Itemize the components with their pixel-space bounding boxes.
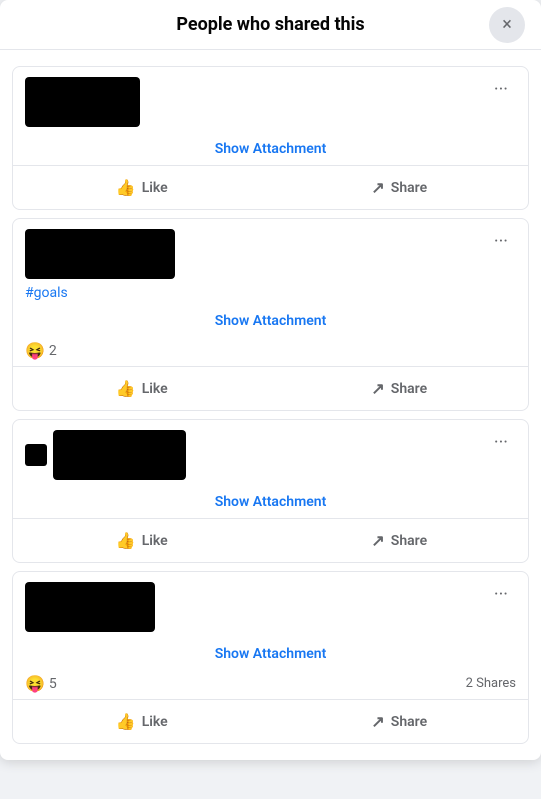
like-label-3: Like bbox=[142, 533, 168, 549]
reactions-row-2: 😝 2 bbox=[13, 337, 528, 366]
share-icon-1: ↗ bbox=[371, 178, 384, 197]
post-header-2: ··· bbox=[13, 219, 528, 285]
share-icon-4: ↗ bbox=[371, 712, 384, 731]
post-user-info-2 bbox=[25, 229, 175, 279]
like-button-2[interactable]: 👍 Like bbox=[17, 371, 267, 406]
post-user-info-4 bbox=[25, 582, 155, 632]
posts-container: ··· Show Attachment 👍 Like ↗ Share · bbox=[0, 50, 541, 760]
like-icon-2: 👍 bbox=[116, 379, 136, 398]
post-actions-3: 👍 Like ↗ Share bbox=[13, 518, 528, 562]
modal-title: People who shared this bbox=[176, 14, 364, 35]
share-button-4[interactable]: ↗ Share bbox=[275, 704, 525, 739]
like-icon-1: 👍 bbox=[116, 178, 136, 197]
avatar-3 bbox=[53, 430, 186, 480]
shares-count-4: 2 Shares bbox=[466, 676, 516, 691]
share-icon-3: ↗ bbox=[371, 531, 384, 550]
post-card-3: ··· Show Attachment 👍 Like ↗ Share bbox=[12, 419, 529, 563]
like-label-2: Like bbox=[142, 381, 168, 397]
post-header-4: ··· bbox=[13, 572, 528, 638]
close-button[interactable]: × bbox=[489, 7, 525, 43]
more-options-button-2[interactable]: ··· bbox=[486, 229, 516, 255]
share-button-2[interactable]: ↗ Share bbox=[275, 371, 525, 406]
like-button-1[interactable]: 👍 Like bbox=[17, 170, 267, 205]
like-button-3[interactable]: 👍 Like bbox=[17, 523, 267, 558]
like-label-1: Like bbox=[142, 180, 168, 196]
reaction-emoji-2: 😝 bbox=[25, 341, 45, 360]
share-button-3[interactable]: ↗ Share bbox=[275, 523, 525, 558]
post-actions-2: 👍 Like ↗ Share bbox=[13, 366, 528, 410]
reactions-left-4: 😝 5 bbox=[25, 674, 57, 693]
post-header-3: ··· bbox=[13, 420, 528, 486]
post-user-info-1 bbox=[25, 77, 140, 127]
avatar-2 bbox=[25, 229, 175, 279]
share-button-1[interactable]: ↗ Share bbox=[275, 170, 525, 205]
more-options-button-1[interactable]: ··· bbox=[486, 77, 516, 103]
post-card-4: ··· Show Attachment 😝 5 2 Shares 👍 Like … bbox=[12, 571, 529, 744]
reaction-count-2: 2 bbox=[49, 343, 57, 359]
like-label-4: Like bbox=[142, 714, 168, 730]
share-label-1: Share bbox=[391, 180, 427, 196]
avatar-1 bbox=[25, 77, 140, 127]
show-attachment-1[interactable]: Show Attachment bbox=[13, 133, 528, 165]
like-button-4[interactable]: 👍 Like bbox=[17, 704, 267, 739]
post-header-1: ··· bbox=[13, 67, 528, 133]
modal: People who shared this × ··· Show Attach… bbox=[0, 0, 541, 760]
post-actions-4: 👍 Like ↗ Share bbox=[13, 699, 528, 743]
like-icon-3: 👍 bbox=[116, 531, 136, 550]
like-icon-4: 👍 bbox=[116, 712, 136, 731]
post-actions-1: 👍 Like ↗ Share bbox=[13, 165, 528, 209]
share-label-3: Share bbox=[391, 533, 427, 549]
show-attachment-2[interactable]: Show Attachment bbox=[13, 305, 528, 337]
reaction-count-4: 5 bbox=[49, 676, 57, 692]
reaction-emoji-4: 😝 bbox=[25, 674, 45, 693]
more-options-button-3[interactable]: ··· bbox=[486, 430, 516, 456]
modal-header: People who shared this × bbox=[0, 0, 541, 50]
post-card-2: ··· #goals Show Attachment 😝 2 👍 Like ↗ … bbox=[12, 218, 529, 411]
avatar-4 bbox=[25, 582, 155, 632]
post-tag-2: #goals bbox=[13, 285, 528, 305]
share-icon-2: ↗ bbox=[371, 379, 384, 398]
show-attachment-4[interactable]: Show Attachment bbox=[13, 638, 528, 670]
post-user-info-3 bbox=[25, 430, 186, 480]
share-label-4: Share bbox=[391, 714, 427, 730]
more-options-button-4[interactable]: ··· bbox=[486, 582, 516, 608]
reactions-left-2: 😝 2 bbox=[25, 341, 57, 360]
reactions-row-4: 😝 5 2 Shares bbox=[13, 670, 528, 699]
post-card-1: ··· Show Attachment 👍 Like ↗ Share bbox=[12, 66, 529, 210]
share-label-2: Share bbox=[391, 381, 427, 397]
show-attachment-3[interactable]: Show Attachment bbox=[13, 486, 528, 518]
